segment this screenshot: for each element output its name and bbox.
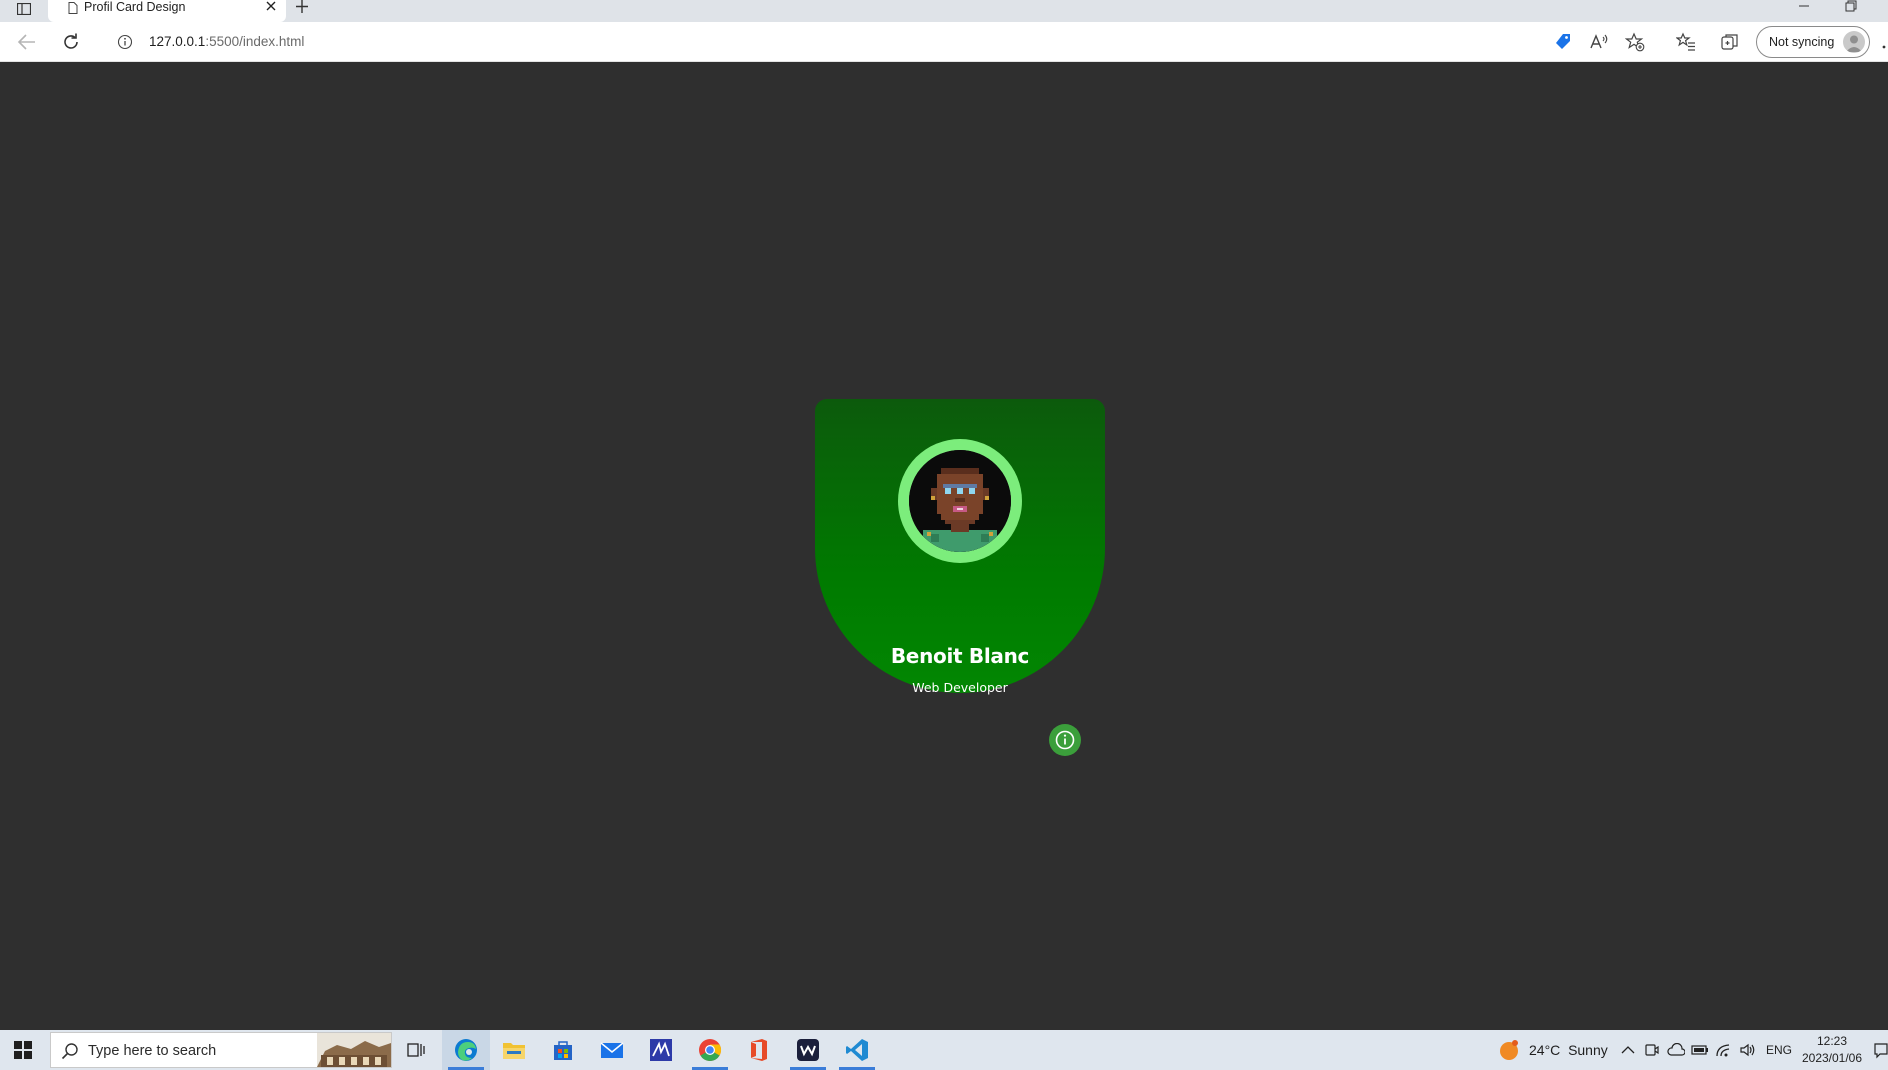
url-text[interactable]: 127.0.0.1:5500/index.html: [149, 34, 304, 50]
avatar: [909, 450, 1011, 552]
page-viewport: Benoit Blanc Web Developer: [0, 62, 1888, 1030]
more-options-icon[interactable]: [1880, 38, 1888, 49]
tab-title: Profil Card Design: [84, 0, 186, 14]
profile-card: Benoit Blanc Web Developer: [815, 399, 1105, 695]
sidebar-toggle-icon[interactable]: [10, 0, 38, 18]
site-info-icon[interactable]: [117, 34, 133, 50]
profile-avatar-icon: [1843, 31, 1865, 53]
shopping-tag-icon[interactable]: [1552, 31, 1574, 53]
restore-window-icon[interactable]: [1843, 0, 1859, 14]
profile-role: Web Developer: [912, 680, 1008, 695]
notifications-icon[interactable]: [1874, 1040, 1888, 1060]
search-placeholder: Type here to search: [88, 1043, 217, 1059]
favorites-icon[interactable]: [1675, 31, 1697, 53]
mail-app-icon[interactable]: [588, 1030, 636, 1070]
chevron-up-icon[interactable]: [1618, 1040, 1638, 1060]
close-tab-icon[interactable]: [264, 0, 278, 14]
browser-toolbar: 127.0.0.1:5500/index.html Not syncing: [0, 22, 1888, 62]
reload-icon[interactable]: [60, 31, 82, 53]
minimize-window-icon[interactable]: [1796, 0, 1812, 14]
clock-date[interactable]: 2023/01/06: [1800, 1050, 1864, 1066]
search-icon: [61, 1042, 79, 1065]
read-aloud-icon[interactable]: [1588, 31, 1610, 53]
microsoft-store-icon[interactable]: [539, 1030, 587, 1070]
task-view-icon[interactable]: [392, 1030, 440, 1070]
taskbar: Type here to search 24°C Sunny ENG 12:23…: [0, 1030, 1888, 1070]
weather-widget[interactable]: 24°C Sunny: [1529, 1042, 1608, 1058]
input-language[interactable]: ENG: [1766, 1043, 1792, 1057]
avatar-ring: [898, 439, 1022, 563]
battery-icon[interactable]: [1690, 1040, 1710, 1060]
weather-sun-icon[interactable]: [1498, 1039, 1520, 1061]
profile-name: Benoit Blanc: [890, 644, 1030, 668]
windows-start-icon[interactable]: [0, 1030, 46, 1070]
onedrive-cloud-icon[interactable]: [1666, 1040, 1686, 1060]
weather-temp: 24°C: [1529, 1042, 1561, 1058]
profile-sync-button[interactable]: Not syncing: [1756, 26, 1870, 58]
chrome-app-icon[interactable]: [686, 1030, 734, 1070]
dark-app-icon[interactable]: [784, 1030, 832, 1070]
search-highlight-image: [317, 1033, 391, 1067]
blue-app-icon[interactable]: [637, 1030, 685, 1070]
browser-tab[interactable]: Profil Card Design: [48, 0, 286, 22]
weather-condition: Sunny: [1568, 1042, 1608, 1058]
vscode-app-icon[interactable]: [833, 1030, 881, 1070]
edge-app-icon[interactable]: [442, 1030, 490, 1070]
info-icon: [1055, 730, 1075, 750]
file-explorer-icon[interactable]: [490, 1030, 538, 1070]
info-button[interactable]: [1049, 724, 1081, 756]
collections-icon[interactable]: [1719, 31, 1741, 53]
tab-strip: Profil Card Design: [0, 0, 1888, 22]
sync-status-label: Not syncing: [1769, 35, 1835, 49]
taskbar-search-box[interactable]: Type here to search: [50, 1032, 392, 1068]
page-icon: [68, 1, 78, 19]
volume-icon[interactable]: [1738, 1040, 1758, 1060]
address-bar[interactable]: 127.0.0.1:5500/index.html: [100, 28, 1550, 56]
back-arrow-icon[interactable]: [16, 32, 38, 52]
new-tab-icon[interactable]: [294, 0, 314, 16]
office-app-icon[interactable]: [735, 1030, 783, 1070]
meet-now-icon[interactable]: [1642, 1040, 1662, 1060]
url-host: 127.0.0.1: [149, 34, 206, 49]
clock-time[interactable]: 12:23: [1800, 1033, 1864, 1049]
wifi-icon[interactable]: [1714, 1040, 1734, 1060]
add-favorite-icon[interactable]: [1624, 31, 1646, 53]
url-path: :5500/index.html: [205, 34, 305, 49]
